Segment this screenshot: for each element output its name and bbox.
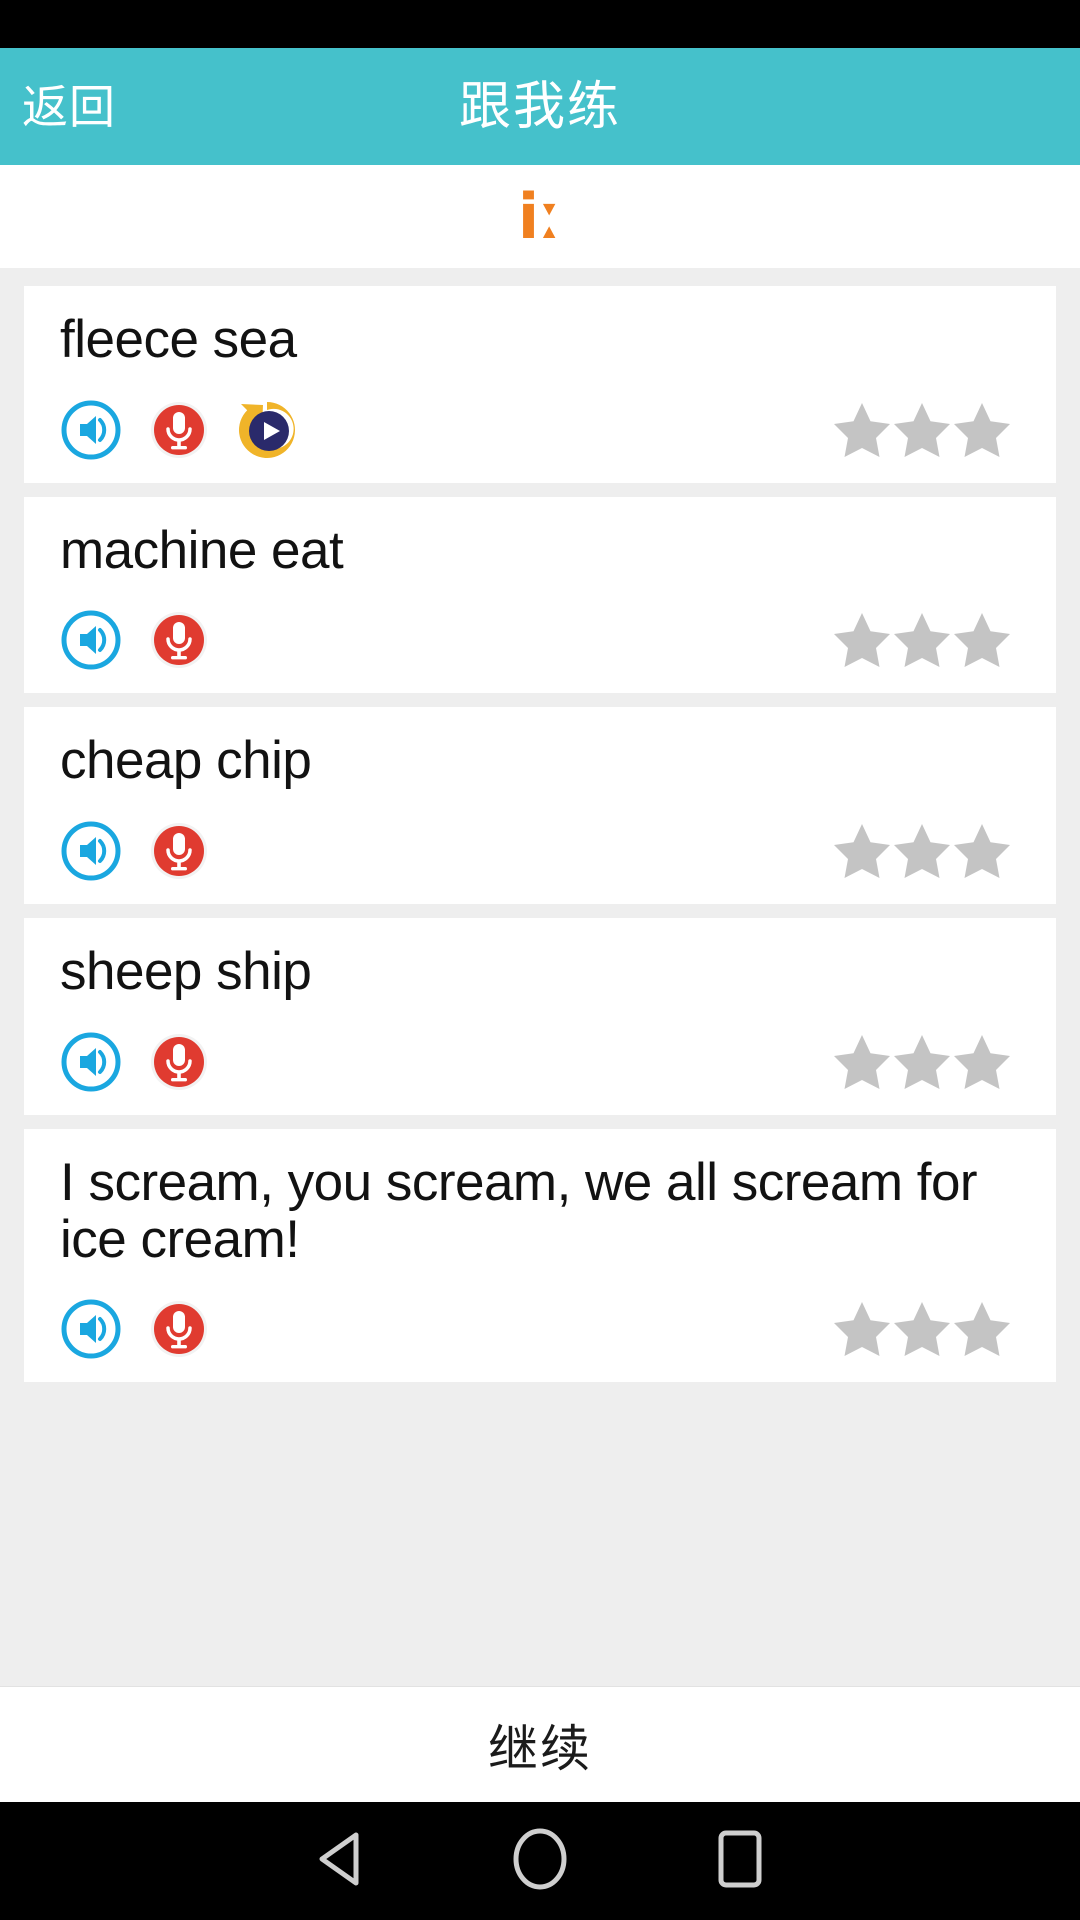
rating-star[interactable] [832, 822, 892, 880]
rating-star[interactable] [892, 401, 952, 459]
rating-stars[interactable] [832, 822, 1012, 880]
audio-controls [60, 1298, 210, 1360]
nav-back-button[interactable] [240, 1802, 440, 1920]
speaker-icon[interactable] [60, 1031, 122, 1093]
speaker-icon[interactable] [60, 820, 122, 882]
rating-stars[interactable] [832, 611, 1012, 669]
practice-phrase: cheap chip [60, 731, 312, 791]
app-root: 返回 跟我练 iː fleece sea machine eat cheap chi… [0, 0, 1080, 1920]
card-controls [24, 399, 1056, 461]
rating-star[interactable] [952, 611, 1012, 669]
practice-phrase: machine eat [60, 520, 344, 580]
back-button[interactable]: 返回 [22, 84, 116, 130]
practice-card[interactable]: machine eat [24, 496, 1056, 694]
rating-stars[interactable] [832, 1033, 1012, 1091]
rating-star[interactable] [832, 1300, 892, 1358]
nav-recents-button[interactable] [640, 1802, 840, 1920]
rating-star[interactable] [892, 1300, 952, 1358]
practice-phrase: fleece sea [60, 310, 297, 369]
rating-star[interactable] [952, 822, 1012, 880]
continue-label: 继续 [488, 1720, 592, 1777]
rating-stars[interactable] [832, 401, 1012, 459]
card-controls [24, 820, 1056, 882]
practice-card[interactable]: I scream, you scream, we all scream for … [24, 1128, 1056, 1383]
nav-home-button[interactable] [440, 1802, 640, 1920]
rating-star[interactable] [952, 1033, 1012, 1091]
card-controls [24, 1298, 1056, 1360]
status-bar [0, 0, 1080, 48]
rating-stars[interactable] [832, 1300, 1012, 1358]
microphone-icon[interactable] [148, 399, 210, 461]
replay-play-icon[interactable] [236, 399, 298, 461]
audio-controls [60, 1031, 210, 1093]
page-title: 跟我练 [458, 77, 621, 136]
microphone-icon[interactable] [148, 1298, 210, 1360]
speaker-icon[interactable] [60, 1298, 122, 1360]
rating-star[interactable] [892, 822, 952, 880]
practice-phrase: sheep ship [60, 942, 312, 1002]
audio-controls [60, 399, 298, 461]
practice-list[interactable]: fleece sea machine eat cheap chip sheep shi… [0, 268, 1080, 1686]
nav-recents-icon [717, 1829, 763, 1894]
speaker-icon[interactable] [60, 399, 122, 461]
android-nav-bar [0, 1802, 1080, 1920]
practice-card[interactable]: cheap chip [24, 707, 1056, 905]
microphone-icon[interactable] [148, 820, 210, 882]
audio-controls [60, 820, 210, 882]
practice-card[interactable]: fleece sea [24, 286, 1056, 483]
card-controls [24, 609, 1056, 671]
microphone-icon[interactable] [148, 609, 210, 671]
nav-home-icon [512, 1828, 568, 1895]
rating-star[interactable] [892, 1033, 952, 1091]
audio-controls [60, 609, 210, 671]
rating-star[interactable] [832, 1033, 892, 1091]
microphone-icon[interactable] [148, 1031, 210, 1093]
rating-star[interactable] [952, 1300, 1012, 1358]
practice-phrase: I scream, you scream, we all scream for … [60, 1152, 978, 1269]
continue-button[interactable]: 继续 [0, 1686, 1080, 1802]
rating-star[interactable] [832, 401, 892, 459]
rating-star[interactable] [892, 611, 952, 669]
rating-star[interactable] [832, 611, 892, 669]
speaker-icon[interactable] [60, 609, 122, 671]
rating-star[interactable] [952, 401, 1012, 459]
card-controls [24, 1031, 1056, 1093]
nav-back-icon [314, 1831, 366, 1892]
practice-card[interactable]: sheep ship [24, 918, 1056, 1115]
phoneme-strip: iː [0, 165, 1080, 268]
phoneme-symbol: iː [517, 179, 563, 253]
app-bar: 返回 跟我练 [0, 48, 1080, 165]
